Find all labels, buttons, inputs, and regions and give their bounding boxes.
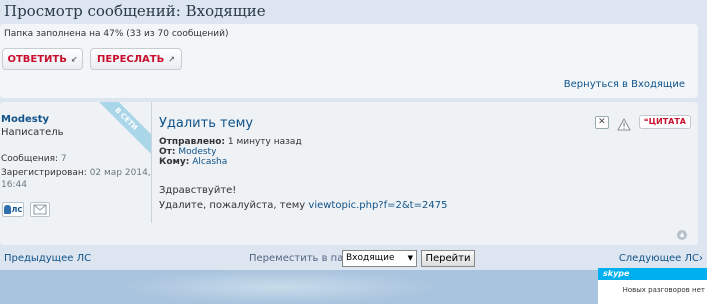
from-label: От: [159, 147, 176, 157]
author-rank: Написатель [1, 127, 64, 138]
reply-arrow-icon: ↙ [70, 54, 78, 64]
pm-navigation-bar: Предыдущее ЛС Переместить в папку: Входя… [0, 248, 707, 270]
quote-button[interactable]: ❝ЦИТАТА [638, 115, 691, 129]
user-icon [3, 205, 11, 214]
folder-select[interactable]: Входящие ▼ [342, 250, 417, 267]
warning-icon [617, 117, 631, 130]
folder-select-value: Входящие [346, 253, 395, 263]
post-actions: ✕ ❝ЦИТАТА [594, 115, 691, 130]
folder-capacity-text: Папка заполнена на 47% (33 из 70 сообщен… [4, 29, 229, 39]
report-button[interactable] [617, 116, 631, 130]
joined-label: Зарегистрирован: [1, 168, 87, 178]
message-meta: Отправлено: 1 минуту назад От: Modesty К… [159, 137, 302, 167]
next-pm-link[interactable]: Следующее ЛС› [619, 253, 703, 264]
reply-button[interactable]: ОТВЕТИТЬ ↙ [2, 48, 83, 70]
message-subject: Удалить тему [159, 116, 254, 131]
from-row: От: Modesty [159, 147, 302, 157]
to-user-link[interactable]: Alcasha [192, 157, 227, 167]
topic-link[interactable]: viewtopic.php?f=2&t=2475 [308, 200, 447, 211]
go-button[interactable]: Перейти [421, 250, 475, 267]
forward-button[interactable]: ПЕРЕСЛАТЬ ↗ [90, 48, 182, 70]
envelope-icon [33, 204, 47, 215]
dropdown-arrow-icon: ▼ [407, 254, 413, 262]
quote-button-label: ЦИТАТА [648, 117, 686, 126]
pm-button-label: ЛС [11, 205, 23, 214]
forward-button-label: ПЕРЕСЛАТЬ [97, 53, 165, 65]
back-to-inbox-link[interactable]: Вернуться в Входящие [564, 79, 685, 90]
message-body-text: Удалите, пожалуйста, тему [159, 200, 306, 211]
skype-widget[interactable]: skype Новых разговоров нет [598, 268, 707, 304]
online-badge: В СЕТИ [82, 102, 151, 163]
page-title: Просмотр сообщений: Входящие [4, 2, 266, 20]
author-posts-count: Сообщения: 7 [1, 154, 67, 164]
from-user-link[interactable]: Modesty [178, 147, 216, 157]
message-toolbar-panel: Папка заполнена на 47% (33 из 70 сообщен… [0, 24, 698, 98]
skype-status-text: Новых разговоров нет [622, 286, 705, 294]
page-header: Просмотр сообщений: Входящие [0, 0, 707, 24]
next-pm-label: Следующее ЛС [618, 253, 699, 264]
forward-arrow-icon: ↗ [168, 54, 175, 64]
author-profile: В СЕТИ Modesty Написатель Сообщения: 7 З… [0, 102, 152, 223]
message-post: В СЕТИ Modesty Написатель Сообщения: 7 З… [0, 102, 698, 245]
back-to-top-icon[interactable]: ▲ [677, 230, 687, 240]
sent-row: Отправлено: 1 минуту назад [159, 137, 302, 147]
sent-label: Отправлено: [159, 137, 225, 147]
previous-pm-link[interactable]: Предыдущее ЛС [4, 253, 91, 264]
message-body-line: Удалите, пожалуйста, тему viewtopic.php?… [159, 198, 447, 213]
message-greeting: Здравствуйте! [159, 185, 237, 196]
email-button[interactable] [30, 202, 50, 217]
reply-button-label: ОТВЕТИТЬ [7, 53, 67, 65]
posts-label: Сообщения: [1, 154, 59, 164]
message-content: Здравствуйте! Удалите, пожалуйста, тему … [159, 183, 447, 213]
chevron-right-icon: › [699, 253, 703, 264]
posts-value: 7 [60, 154, 67, 164]
delete-button[interactable]: ✕ [594, 115, 609, 129]
close-icon: ✕ [598, 116, 606, 127]
send-pm-button[interactable]: ЛС [2, 202, 24, 217]
sent-value: 1 минуту назад [227, 137, 302, 147]
skype-logo: skype [598, 268, 707, 280]
to-label: Кому: [159, 157, 190, 167]
author-name-link[interactable]: Modesty [1, 114, 49, 125]
author-joined-date: Зарегистрирован: 02 мар 2014, 16:44 [1, 167, 151, 191]
to-row: Кому: Alcasha [159, 157, 302, 167]
message-body: Удалить тему Отправлено: 1 минуту назад … [159, 102, 695, 245]
